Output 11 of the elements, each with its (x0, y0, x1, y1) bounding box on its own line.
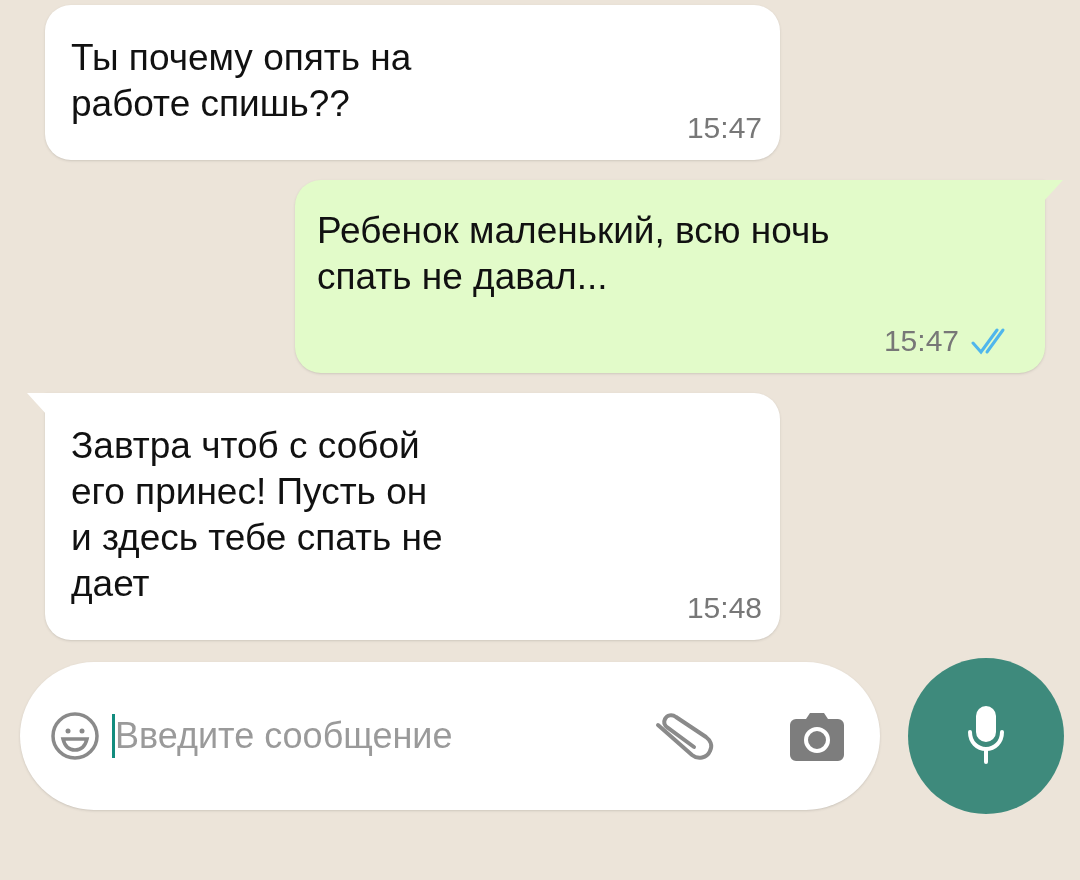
message-text: Ребенок маленький, всю ночь спать не давал... (317, 209, 831, 299)
message-time: 15:48 (686, 590, 762, 626)
message-input[interactable]: Введите сообщение (115, 709, 652, 763)
message-text: Завтра чтоб с собой его принес! Пусть он и здесь тебе спать не дает (71, 424, 444, 606)
microphone-icon (966, 706, 1006, 766)
message-time: 15:47 (883, 323, 959, 359)
emoji-icon[interactable] (50, 711, 100, 761)
message-text: Ты почему опять на работе спишь?? (71, 36, 413, 126)
message-input-field[interactable]: Введите сообщение (20, 662, 880, 810)
camera-icon[interactable] (788, 711, 846, 761)
message-time: 15:47 (686, 110, 762, 146)
